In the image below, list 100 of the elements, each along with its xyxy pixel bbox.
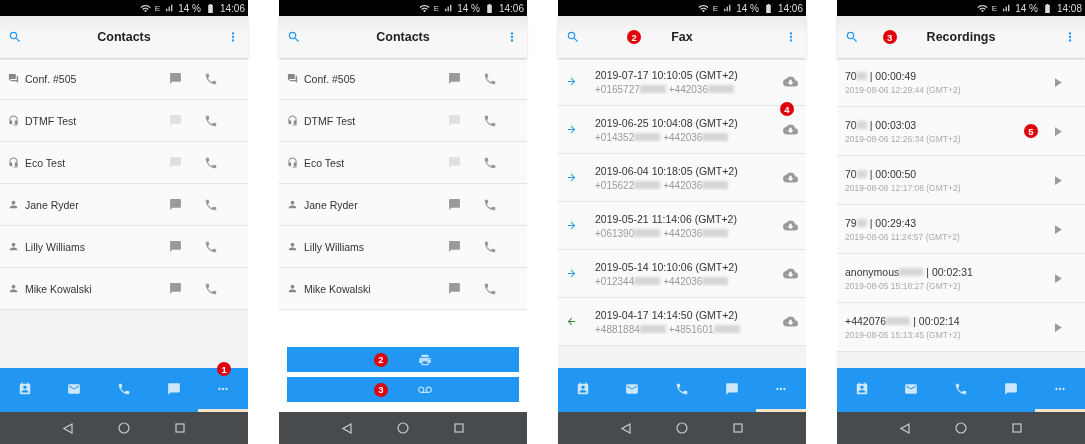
callout-badge: 1: [217, 362, 232, 376]
contact-row[interactable]: DTMF Test: [279, 100, 527, 142]
recording-duration: | 00:00:49: [869, 69, 917, 82]
fax-date: 2019-06-25 10:04:08 (GMT+2): [595, 116, 739, 129]
back-icon[interactable]: [341, 422, 352, 434]
search-icon[interactable]: [566, 30, 580, 44]
back-icon[interactable]: [62, 422, 73, 434]
fax-row[interactable]: 2019-06-04 10:18:05 (GMT+2) +015622 +442036: [558, 154, 806, 202]
recents-icon[interactable]: [1012, 423, 1023, 433]
contact-name: Eco Test: [25, 156, 67, 169]
recording-duration: | 00:29:43: [869, 216, 917, 229]
fax-date: 2019-07-17 10:10:05 (GMT+2): [595, 68, 739, 81]
phone-icon[interactable]: [204, 281, 218, 296]
action-button[interactable]: 2: [287, 347, 519, 372]
contact-row[interactable]: DTMF Test: [0, 100, 248, 142]
chat-icon: [1003, 381, 1018, 396]
fax-row[interactable]: 2019-05-21 11:14:06 (GMT+2) +061390 +442036: [558, 202, 806, 250]
phone-icon[interactable]: [483, 155, 497, 170]
contact-name: Conf. #505: [304, 72, 357, 85]
home-icon[interactable]: [118, 422, 130, 434]
fax-sender: +4881884: [595, 323, 640, 335]
chat-icon[interactable]: [169, 72, 182, 85]
home-icon[interactable]: [676, 422, 688, 434]
search-icon[interactable]: [845, 30, 859, 44]
contact-row[interactable]: Eco Test: [279, 142, 527, 184]
contact-name: Mike Kowalski: [304, 282, 372, 295]
chat-icon[interactable]: [169, 282, 182, 295]
fax-recipient: +442036: [663, 275, 703, 287]
recording-date: 2019-08-06 12:26:34 (GMT+2): [845, 133, 962, 144]
action-button[interactable]: 3: [287, 377, 519, 402]
back-icon[interactable]: [899, 422, 910, 434]
search-icon[interactable]: [8, 30, 22, 44]
recording-row[interactable]: 70 | 00:00:50 2019-08-06 12:17:08 (GMT+2): [837, 156, 1085, 205]
mail-icon: [625, 381, 640, 396]
recording-row[interactable]: 70 | 00:00:49 2019-08-06 12:29:44 (GMT+2): [837, 58, 1085, 107]
contact-row[interactable]: Jane Ryder: [0, 184, 248, 226]
signal-icon: [722, 3, 733, 13]
people-icon: [8, 73, 19, 84]
chat-icon[interactable]: [169, 240, 182, 253]
cloud-download-icon[interactable]: [783, 122, 798, 137]
cloud-download-icon[interactable]: [783, 266, 798, 281]
headset-icon: [8, 157, 19, 168]
screen-title: Fax: [671, 30, 693, 44]
redaction-mark: [856, 120, 867, 129]
headset-icon: [287, 157, 298, 168]
recents-icon[interactable]: [733, 423, 744, 433]
fax-row[interactable]: 2019-05-14 10:10:06 (GMT+2) +012344 +442036: [558, 250, 806, 298]
cloud-download-icon[interactable]: [783, 170, 798, 185]
phone-icon[interactable]: [483, 197, 497, 212]
phone-icon[interactable]: [204, 155, 218, 170]
contact-row[interactable]: Eco Test: [0, 142, 248, 184]
phone-icon[interactable]: [483, 281, 497, 296]
redaction-mark: [702, 181, 729, 189]
screen-title: Contacts: [97, 30, 151, 44]
home-icon[interactable]: [955, 422, 967, 434]
right-arrow-icon: [566, 76, 577, 87]
chat-icon[interactable]: [448, 198, 461, 211]
recording-duration: | 00:02:31: [926, 265, 973, 278]
fax-row[interactable]: 2019-04-17 14:14:50 (GMT+2) +4881884 +4851601: [558, 298, 806, 346]
wifi-icon: [976, 2, 988, 14]
chat-icon[interactable]: [448, 240, 461, 253]
cloud-download-icon[interactable]: [783, 218, 798, 233]
phone-icon[interactable]: [204, 197, 218, 212]
recording-row[interactable]: +442076 | 00:02:14 2019-08-05 15:13:45 (GMT+2): [837, 303, 1085, 352]
recents-icon[interactable]: [454, 423, 465, 433]
phone-icon[interactable]: [483, 239, 497, 254]
contact-row[interactable]: Lilly Williams: [0, 226, 248, 268]
phone-icon[interactable]: [204, 239, 218, 254]
chat-icon[interactable]: [169, 198, 182, 211]
phone-icon[interactable]: [483, 113, 497, 128]
redaction-mark: [856, 71, 867, 80]
fax-sender: +0165727: [595, 83, 640, 95]
search-icon[interactable]: [287, 30, 301, 44]
recording-row[interactable]: 70 | 00:03:03 2019-08-06 12:26:34 (GMT+2) 5: [837, 107, 1085, 156]
phone-icon[interactable]: [204, 113, 218, 128]
phone-icon[interactable]: [483, 71, 497, 86]
wifi-icon: [139, 2, 151, 14]
phone-icon[interactable]: [204, 71, 218, 86]
cloud-download-icon[interactable]: [783, 314, 798, 329]
contact-row[interactable]: Mike Kowalski: [0, 268, 248, 310]
chat-icon[interactable]: [448, 72, 461, 85]
headset-icon: [287, 115, 298, 126]
recording-row[interactable]: anonymous | 00:02:31 2019-08-05 15:18:27 (GMT+2): [837, 254, 1085, 303]
contact-row[interactable]: Lilly Williams: [279, 226, 527, 268]
contact-row[interactable]: Mike Kowalski: [279, 268, 527, 310]
recording-row[interactable]: 79 | 00:29:43 2019-08-06 11:24:57 (GMT+2): [837, 205, 1085, 254]
chat-icon[interactable]: [448, 282, 461, 295]
recents-icon[interactable]: [175, 423, 186, 433]
contacts-icon: [17, 381, 32, 396]
cloud-download-icon[interactable]: [783, 74, 798, 89]
recording-caller: 70: [845, 118, 857, 131]
fax-row[interactable]: 2019-07-17 10:10:05 (GMT+2) +0165727 +442036: [558, 58, 806, 106]
contact-row[interactable]: Jane Ryder: [279, 184, 527, 226]
contact-row[interactable]: Conf. #505: [279, 58, 527, 100]
back-icon[interactable]: [620, 422, 631, 434]
home-icon[interactable]: [397, 422, 409, 434]
recording-caller: 70: [845, 167, 857, 180]
clock: 14:06: [219, 2, 245, 14]
contact-name: Conf. #505: [25, 72, 78, 85]
contact-row[interactable]: Conf. #505: [0, 58, 248, 100]
